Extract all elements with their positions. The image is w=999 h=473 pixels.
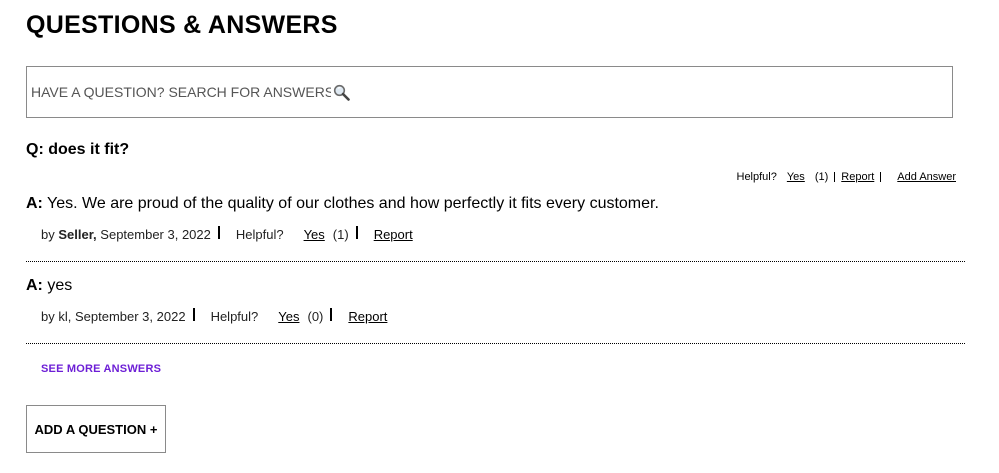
answer-prefix: A:: [26, 195, 43, 212]
question-text: does it fit?: [48, 141, 130, 158]
answer-by-label: by: [41, 227, 55, 242]
answer-report-link[interactable]: Report: [374, 227, 413, 242]
answer-item: A: Yes. We are proud of the quality of o…: [26, 195, 965, 242]
search-box[interactable]: [26, 66, 953, 118]
answer-prefix: A:: [26, 277, 43, 294]
answer-yes-link[interactable]: Yes: [278, 309, 299, 324]
separator: [217, 226, 220, 239]
add-question-button[interactable]: ADD A QUESTION +: [26, 405, 166, 453]
answer-by-label: by: [41, 309, 55, 324]
answer-helpful-label: Helpful?: [235, 227, 284, 242]
separator: [880, 172, 882, 182]
separator: [330, 308, 333, 321]
divider: [26, 261, 965, 262]
question-helpful-label: Helpful?: [736, 171, 777, 183]
question-yes-link[interactable]: Yes: [787, 171, 805, 183]
divider: [26, 343, 965, 344]
add-answer-link[interactable]: Add Answer: [897, 171, 956, 183]
question-heading: Q: does it fit?: [26, 141, 129, 159]
question-prefix: Q:: [26, 141, 44, 158]
answer-meta: by kl, September 3, 2022 Helpful? Yes (0…: [41, 308, 965, 324]
answer-yes-count: (0): [307, 309, 324, 324]
magnifier-icon[interactable]: [333, 84, 350, 101]
question-report-link[interactable]: Report: [841, 171, 874, 183]
answer-text: Yes. We are proud of the quality of our …: [47, 195, 659, 212]
question-actions: Helpful? Yes (1) Report Add Answer: [737, 171, 957, 183]
separator: [834, 172, 836, 182]
answer-item: A: yes by kl, September 3, 2022 Helpful?…: [26, 277, 965, 324]
see-more-answers-link[interactable]: SEE MORE ANSWERS: [41, 363, 161, 375]
separator: [192, 308, 195, 321]
separator: [355, 226, 358, 239]
answer-text-row: A: Yes. We are proud of the quality of o…: [26, 195, 965, 213]
answer-yes-link[interactable]: Yes: [304, 227, 325, 242]
answer-date: September 3, 2022: [74, 309, 186, 324]
answer-text: yes: [47, 277, 73, 294]
answer-helpful-label: Helpful?: [210, 309, 259, 324]
answer-text-row: A: yes: [26, 277, 965, 295]
search-input[interactable]: [31, 84, 331, 100]
answer-report-link[interactable]: Report: [348, 309, 387, 324]
answer-date: September 3, 2022: [100, 227, 211, 242]
answer-author: Seller,: [58, 227, 97, 242]
section-title: QUESTIONS & ANSWERS: [26, 11, 338, 39]
answer-meta: by Seller, September 3, 2022 Helpful? Ye…: [41, 226, 965, 242]
question-yes-count: (1): [814, 171, 829, 183]
answer-yes-count: (1): [332, 227, 349, 242]
answer-author: kl,: [58, 309, 72, 324]
